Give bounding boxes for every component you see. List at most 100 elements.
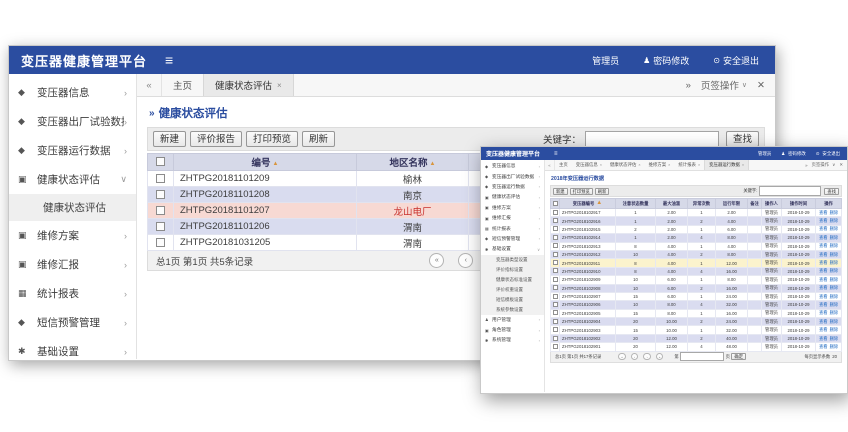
row-checkbox[interactable] bbox=[553, 302, 558, 307]
select-all-checkbox[interactable] bbox=[553, 201, 558, 206]
tab[interactable]: 变压器运行数据× bbox=[704, 160, 749, 170]
w2-overflow-tabs-icon[interactable]: » bbox=[805, 163, 807, 168]
w2-collapse-tabs-icon[interactable]: « bbox=[545, 160, 555, 170]
close-tab-icon[interactable]: × bbox=[668, 163, 670, 167]
keyword-input[interactable] bbox=[585, 131, 719, 148]
row-checkbox[interactable] bbox=[553, 319, 558, 324]
prev-page-button[interactable]: ‹ bbox=[631, 353, 639, 361]
close-tab-icon[interactable]: × bbox=[638, 163, 640, 167]
last-page-button[interactable]: » bbox=[656, 353, 664, 361]
w2-tab-operations-dropdown[interactable]: 页签操作 ∨ bbox=[812, 162, 836, 168]
sidebar-subitem[interactable]: 短信模板设置 bbox=[481, 295, 544, 305]
sidebar-item[interactable]: ▦统计报表› bbox=[9, 279, 136, 308]
toolbar-button[interactable]: 新建 bbox=[153, 131, 186, 147]
sidebar-item[interactable]: ◆变压器运行数据› bbox=[481, 182, 544, 192]
close-all-tabs-icon[interactable]: ✕ bbox=[757, 80, 765, 91]
view-link[interactable]: 查看 bbox=[819, 285, 828, 290]
sidebar-subitem[interactable]: 健康状态标准设置 bbox=[481, 275, 544, 285]
w2-page-size-value[interactable]: 20 bbox=[832, 354, 837, 359]
view-link[interactable]: 查看 bbox=[819, 302, 828, 307]
tab[interactable]: 统计报表× bbox=[674, 160, 704, 170]
delete-link[interactable]: 删除 bbox=[830, 302, 839, 307]
sidebar-item[interactable]: ◆变压器出厂试验数据› bbox=[481, 171, 544, 181]
column-header[interactable]: 编号▲ bbox=[174, 154, 357, 171]
w2-menu-icon[interactable]: ≡ bbox=[554, 151, 558, 157]
row-checkbox[interactable] bbox=[553, 294, 558, 299]
column-header[interactable]: 操作时间 bbox=[782, 199, 816, 209]
tab[interactable]: 健康状态评估× bbox=[203, 74, 294, 96]
delete-link[interactable]: 删除 bbox=[830, 285, 839, 290]
username-label[interactable]: 管理员 bbox=[592, 54, 619, 67]
delete-link[interactable]: 删除 bbox=[830, 327, 839, 332]
table-row[interactable]: ZHTPG201810291612.0024.00管理员2018-10-29查看… bbox=[551, 217, 842, 225]
view-link[interactable]: 查看 bbox=[819, 235, 828, 240]
table-row[interactable]: ZHTPG2018102909106.0018.00管理员2018-10-29查… bbox=[551, 276, 842, 284]
row-checkbox[interactable] bbox=[156, 206, 165, 215]
sidebar-item[interactable]: ▦统计报表› bbox=[481, 223, 544, 233]
column-header[interactable]: 地区名称▲ bbox=[357, 154, 469, 171]
view-link[interactable]: 查看 bbox=[819, 226, 828, 231]
table-row[interactable]: ZHTPG2018102907156.00124.00管理员2018-10-29… bbox=[551, 292, 842, 300]
sidebar-item[interactable]: ✱基础设置› bbox=[9, 337, 136, 366]
row-checkbox[interactable] bbox=[553, 210, 558, 215]
table-row[interactable]: ZHTPG201810291184.00112.00管理员2018-10-29查… bbox=[551, 259, 842, 267]
row-checkbox[interactable] bbox=[553, 336, 558, 341]
tab-operations-dropdown[interactable]: 页签操作 ∨ bbox=[701, 78, 747, 92]
toolbar-button[interactable]: 刷新 bbox=[595, 188, 610, 195]
row-checkbox[interactable] bbox=[553, 226, 558, 231]
logout-link[interactable]: ⊙ 安全退出 bbox=[713, 54, 759, 67]
row-checkbox[interactable] bbox=[553, 310, 558, 315]
delete-link[interactable]: 删除 bbox=[830, 210, 839, 215]
row-checkbox[interactable] bbox=[553, 252, 558, 257]
sort-caret-icon[interactable]: ▲ bbox=[273, 161, 279, 167]
close-tab-icon[interactable]: × bbox=[277, 81, 282, 90]
column-header[interactable]: 备注 bbox=[748, 199, 762, 209]
sidebar-item[interactable]: ✱系统管理› bbox=[481, 335, 544, 345]
sidebar-item[interactable]: ▣维修方案› bbox=[9, 221, 136, 250]
sidebar-subitem[interactable]: 变压器类型设置 bbox=[481, 255, 544, 265]
column-header[interactable]: 注意状态数量 bbox=[616, 199, 656, 209]
row-checkbox[interactable] bbox=[156, 238, 165, 247]
row-checkbox[interactable] bbox=[553, 218, 558, 223]
delete-link[interactable]: 删除 bbox=[830, 218, 839, 223]
delete-link[interactable]: 删除 bbox=[830, 344, 839, 349]
toolbar-button[interactable]: 打印预览 bbox=[570, 188, 593, 195]
row-checkbox[interactable] bbox=[553, 268, 558, 273]
column-header[interactable]: 操作人 bbox=[762, 199, 782, 209]
sidebar-item[interactable]: ▣健康状态评估∨ bbox=[9, 165, 136, 194]
row-checkbox[interactable] bbox=[553, 327, 558, 332]
row-checkbox[interactable] bbox=[156, 222, 165, 231]
delete-link[interactable]: 删除 bbox=[830, 260, 839, 265]
column-header[interactable]: 操作 bbox=[816, 199, 842, 209]
delete-link[interactable]: 删除 bbox=[830, 252, 839, 257]
toolbar-button[interactable]: 刷新 bbox=[302, 131, 335, 147]
sidebar-item[interactable]: ◆短信预警管理› bbox=[9, 308, 136, 337]
sidebar-subitem[interactable]: 系统参数设置 bbox=[481, 305, 544, 315]
view-link[interactable]: 查看 bbox=[819, 260, 828, 265]
sidebar-item[interactable]: ♟用户管理› bbox=[481, 315, 544, 325]
column-header[interactable]: 运行年限 bbox=[716, 199, 748, 209]
table-row[interactable]: ZHTPG201810291384.0014.00管理员2018-10-29查看… bbox=[551, 242, 842, 250]
toolbar-button[interactable]: 打印预览 bbox=[246, 131, 298, 147]
column-header[interactable]: 变压器编号▲ bbox=[560, 199, 616, 209]
row-checkbox[interactable] bbox=[553, 260, 558, 265]
sidebar-item[interactable]: ▣维修汇报› bbox=[9, 250, 136, 279]
next-page-button[interactable]: › bbox=[643, 353, 651, 361]
table-row[interactable]: ZHTPG201810291712.0012.00管理员2018-10-29查看… bbox=[551, 209, 842, 217]
view-link[interactable]: 查看 bbox=[819, 218, 828, 223]
delete-link[interactable]: 删除 bbox=[830, 310, 839, 315]
view-link[interactable]: 查看 bbox=[819, 277, 828, 282]
row-checkbox[interactable] bbox=[553, 235, 558, 240]
w2-page-jump-confirm-button[interactable]: 确定 bbox=[731, 353, 746, 360]
row-checkbox[interactable] bbox=[553, 277, 558, 282]
select-all-checkbox[interactable] bbox=[156, 157, 165, 166]
row-checkbox[interactable] bbox=[553, 243, 558, 248]
collapse-tabs-icon[interactable]: « bbox=[137, 74, 162, 96]
sidebar-item[interactable]: ◆变压器运行数据› bbox=[9, 136, 136, 165]
table-row[interactable]: ZHTPG2018102906108.00432.00管理员2018-10-29… bbox=[551, 301, 842, 309]
table-row[interactable]: ZHTPG2018102908106.00216.00管理员2018-10-29… bbox=[551, 284, 842, 292]
tab[interactable]: 主页 bbox=[162, 74, 203, 96]
delete-link[interactable]: 删除 bbox=[830, 336, 839, 341]
prev-page-button[interactable]: ‹ bbox=[458, 253, 473, 268]
row-checkbox[interactable] bbox=[156, 174, 165, 183]
